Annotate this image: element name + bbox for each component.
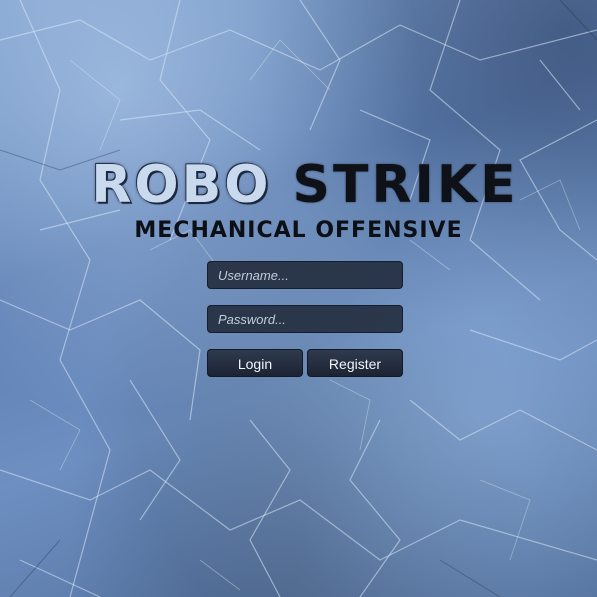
- ice-crack-texture: [0, 0, 597, 597]
- frozen-ice-background: [0, 0, 597, 597]
- title-word-robo: ROBO: [91, 155, 272, 215]
- game-title: ROBO STRIKE: [22, 154, 588, 216]
- login-button[interactable]: Login: [207, 349, 303, 377]
- register-button[interactable]: Register: [307, 349, 403, 377]
- game-subtitle: MECHANICAL OFFENSIVE: [134, 218, 463, 243]
- title-word-strike: STRIKE: [292, 155, 519, 215]
- password-input[interactable]: [207, 305, 403, 333]
- username-input[interactable]: [207, 261, 403, 289]
